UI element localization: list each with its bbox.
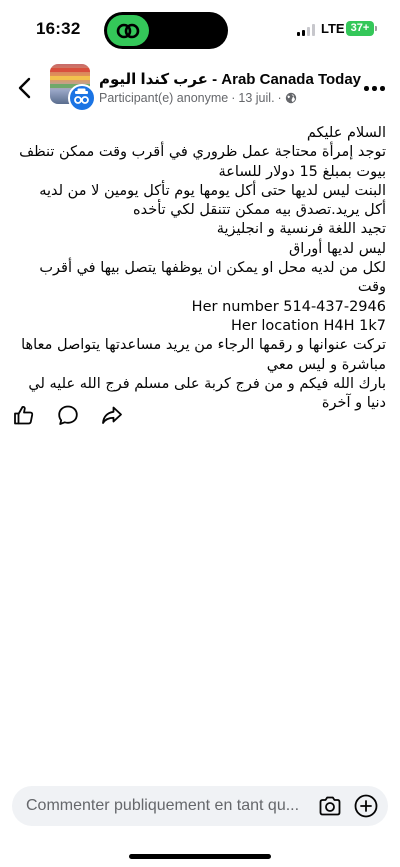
post-header: عرب كندا اليوم - Arab Canada Today Parti… <box>0 60 400 116</box>
battery-cap <box>375 26 377 31</box>
post-line: لكل من لديه محل او يمكن ان يوظفها يتصل ب… <box>39 260 386 296</box>
comment-input-bar[interactable]: Commenter publiquement en tant qu... <box>12 786 388 826</box>
network-type: LTE <box>321 21 345 36</box>
post-meta: Participant(e) anonyme · 13 juil. · <box>99 91 297 105</box>
meta-separator: · <box>231 91 236 105</box>
dynamic-island <box>104 12 228 49</box>
comment-bubble-icon[interactable] <box>56 403 80 427</box>
back-chevron-icon[interactable] <box>14 76 36 100</box>
post-line: توجد إمرأة محتاجة عمل ظروري في أقرب وقت … <box>19 144 386 180</box>
post-line: البنت ليس لديها حتى أكل يومها يوم تأكل ي… <box>39 182 386 219</box>
post-line: Her number 514-437-2946 <box>191 298 386 315</box>
post-body: السلام عليكم توجد إمرأة محتاجة عمل ظروري… <box>14 124 386 413</box>
meta-separator: · <box>277 91 282 105</box>
post-actions <box>12 403 132 427</box>
home-indicator[interactable] <box>129 854 271 859</box>
globe-icon <box>285 92 296 104</box>
post-line: ليس لديها أوراق <box>289 240 386 257</box>
thumbs-up-icon[interactable] <box>12 403 36 427</box>
comment-input[interactable]: Commenter publiquement en tant qu... <box>26 797 311 815</box>
anonymous-avatar-icon <box>68 84 96 112</box>
post-date[interactable]: 13 juil. <box>238 91 274 105</box>
call-link-icon <box>107 15 149 46</box>
post-line: Her location H4H 1k7 <box>230 317 386 334</box>
author-name[interactable]: Participant(e) anonyme <box>99 91 228 105</box>
group-name[interactable]: عرب كندا اليوم - Arab Canada Today <box>99 70 361 88</box>
plus-circle-icon[interactable] <box>353 793 379 819</box>
share-arrow-icon[interactable] <box>100 403 124 427</box>
battery-indicator: 37+ <box>346 21 374 36</box>
post-line: تركت عنوانها و رقمها الرجاء من يريد مساع… <box>21 337 386 373</box>
camera-icon[interactable] <box>318 795 342 817</box>
status-time: 16:32 <box>36 19 81 38</box>
post-line: تجيد اللغة فرنسية و انجليزية <box>216 221 386 238</box>
status-bar: 16:32 LTE 37+ <box>0 0 400 58</box>
more-options-icon[interactable] <box>362 80 386 96</box>
cellular-signal-icon <box>297 24 316 36</box>
post-line: السلام عليكم <box>306 125 386 141</box>
